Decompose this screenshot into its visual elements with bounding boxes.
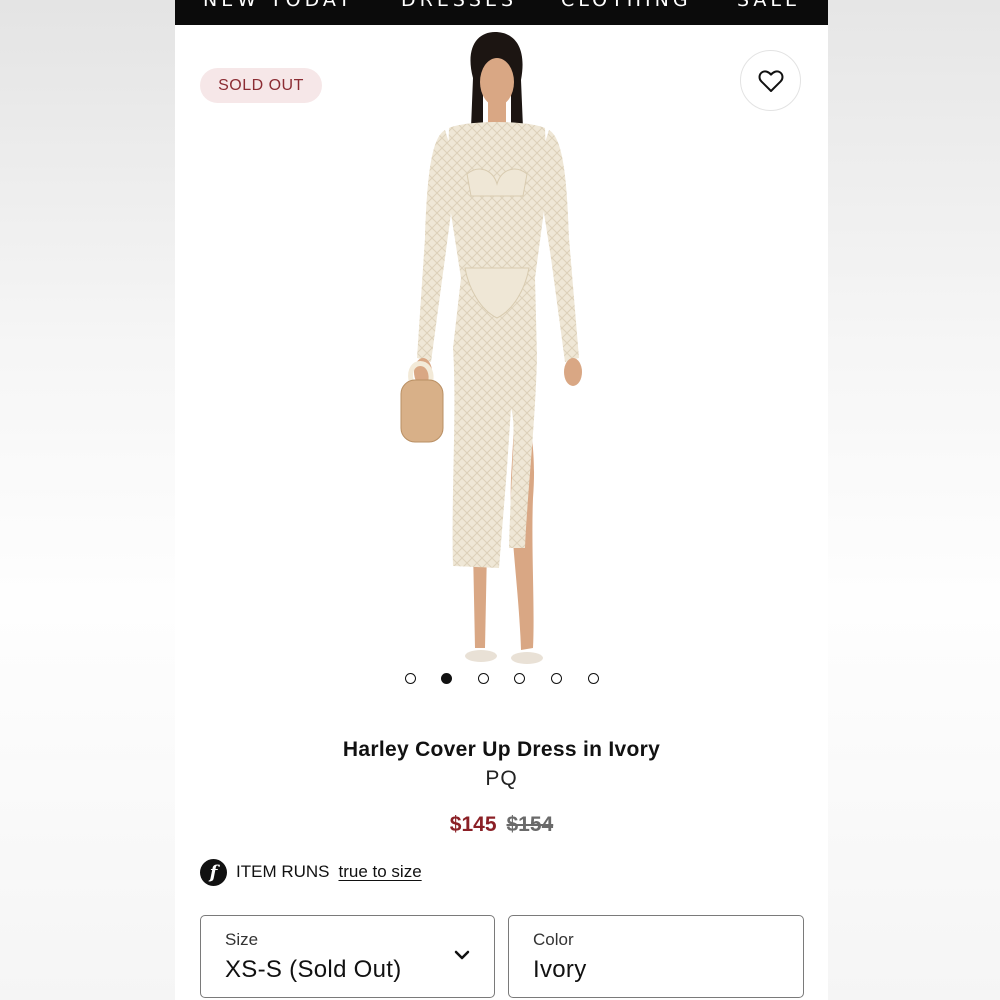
top-navigation: NEW TODAY DRESSES CLOTHING SALE: [175, 0, 828, 25]
fit-predictor-icon: f: [200, 858, 227, 886]
pagination-dot[interactable]: [514, 673, 526, 684]
pagination-dot[interactable]: [477, 673, 489, 684]
fit-info: f ITEM RUNS true to size: [200, 858, 422, 886]
nav-item-sale[interactable]: SALE: [737, 0, 801, 11]
original-price: $154: [506, 813, 554, 836]
product-image[interactable]: [387, 28, 607, 688]
product-brand[interactable]: PQ: [175, 767, 828, 791]
nav-item-clothing[interactable]: CLOTHING: [561, 0, 692, 11]
size-label: Size: [225, 930, 259, 949]
color-label: Color: [533, 930, 574, 949]
background-right: [828, 0, 1000, 1000]
price-row: $145 $154: [175, 813, 828, 837]
heart-outline-icon: [758, 69, 783, 92]
handbag: [400, 379, 444, 443]
sandal-left: [465, 650, 497, 662]
sale-price: $145: [449, 813, 497, 836]
pagination-dot[interactable]: [441, 673, 453, 684]
size-value: XS-S (Sold Out): [225, 956, 402, 983]
pagination-dot[interactable]: [550, 673, 562, 684]
color-value: Ivory: [533, 956, 587, 983]
fit-label: ITEM RUNS: [236, 862, 330, 881]
sandal-right: [511, 652, 543, 664]
chevron-down-icon: [454, 950, 470, 960]
size-select[interactable]: Size XS-S (Sold Out): [200, 915, 495, 998]
pagination-dot[interactable]: [587, 673, 599, 684]
pagination-dot[interactable]: [404, 673, 416, 684]
product-page: NEW TODAY DRESSES CLOTHING SALE SOLD OUT: [175, 0, 828, 1000]
sold-out-badge: SOLD OUT: [200, 68, 322, 103]
product-title: Harley Cover Up Dress in Ivory: [342, 738, 661, 761]
fit-link[interactable]: true to size: [339, 862, 422, 882]
image-pagination: [175, 672, 828, 688]
nav-item-dresses[interactable]: DRESSES: [401, 0, 517, 11]
color-select[interactable]: Color Ivory: [508, 915, 804, 998]
model-face: [480, 58, 514, 106]
nav-item-new-today[interactable]: NEW TODAY: [203, 0, 354, 11]
background-left: [0, 0, 175, 1000]
wishlist-button[interactable]: [740, 50, 801, 111]
